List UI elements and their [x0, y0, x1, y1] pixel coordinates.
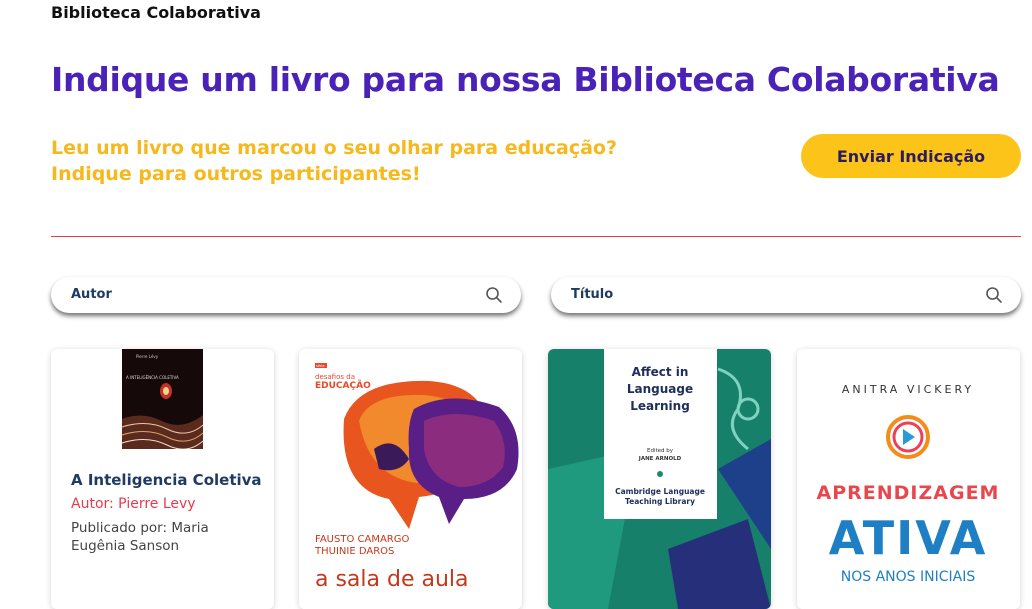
breadcrumb[interactable]: Biblioteca Colaborativa — [51, 3, 261, 22]
cover-editor: JANE ARNOLD — [638, 456, 682, 462]
cover-author-1: FAUSTO CAMARGO — [315, 534, 409, 545]
page-title: Indique um livro para nossa Biblioteca C… — [51, 60, 1000, 99]
cover-series-2: Teaching Library — [625, 497, 695, 506]
send-recommendation-button[interactable]: Enviar Indicação — [801, 134, 1021, 178]
author-search-label: Autor — [71, 287, 112, 302]
book-card[interactable]: Affect in Language Learning Edited by JA… — [548, 349, 771, 609]
cover-series: série — [316, 364, 325, 368]
cover-title: A INTELIGÊNCIA COLETIVA — [126, 375, 179, 380]
cover-subtitle: NOS ANOS INICIAIS — [841, 569, 976, 585]
author-search-field[interactable]: Autor — [51, 277, 521, 313]
divider — [51, 236, 1021, 237]
cover-title: a sala de aula — [315, 567, 469, 592]
book-cover[interactable]: ANITRA VICKERY APRENDIZAGEM ATIVA NOS AN… — [797, 349, 1020, 609]
subtitle-line-1: Leu um livro que marcou o seu olhar para… — [51, 137, 617, 159]
book-card[interactable]: ANITRA VICKERY APRENDIZAGEM ATIVA NOS AN… — [797, 349, 1020, 609]
search-icon[interactable] — [485, 286, 503, 304]
book-publisher: Publicado por: Maria Eugênia Sanson — [71, 520, 209, 554]
cover-title-3: Learning — [630, 399, 690, 413]
cover-series-1: Cambridge Language — [615, 487, 705, 496]
title-search-label: Título — [571, 287, 614, 302]
cover-author-2: THUINIE DAROS — [314, 546, 394, 557]
book-cover[interactable]: Pierre Lévy A INTELIGÊNCIA COLETIVA — [122, 349, 203, 449]
cover-edited-by: Edited by — [647, 448, 674, 454]
title-search-field[interactable]: Título — [551, 277, 1021, 313]
subtitle-line-2: Indique para outros participantes! — [51, 163, 421, 185]
book-cover[interactable]: Affect in Language Learning Edited by JA… — [548, 349, 771, 609]
cover-title-1: Affect in — [632, 365, 689, 379]
book-cover[interactable]: série desafios da EDUCAÇÃO FAUSTO CAMARG… — [299, 349, 522, 609]
page-subtitle: Leu um livro que marcou o seu olhar para… — [51, 135, 617, 187]
book-title[interactable]: A Inteligencia Coletiva — [71, 471, 262, 489]
cover-title-2: ATIVA — [829, 511, 988, 565]
book-card[interactable]: Pierre Lévy A INTELIGÊNCIA COLETIVA A In… — [51, 349, 274, 609]
book-author: Autor: Pierre Levy — [71, 496, 196, 512]
book-card[interactable]: série desafios da EDUCAÇÃO FAUSTO CAMARG… — [299, 349, 522, 609]
search-icon[interactable] — [985, 286, 1003, 304]
cover-author: Pierre Lévy — [136, 354, 159, 359]
cover-author: ANITRA VICKERY — [842, 383, 974, 396]
cover-series-name: desafios da — [315, 373, 355, 381]
cover-series-title: EDUCAÇÃO — [315, 380, 371, 391]
cover-title-1: APRENDIZAGEM — [817, 482, 1000, 504]
cover-title-2: Language — [627, 382, 693, 396]
